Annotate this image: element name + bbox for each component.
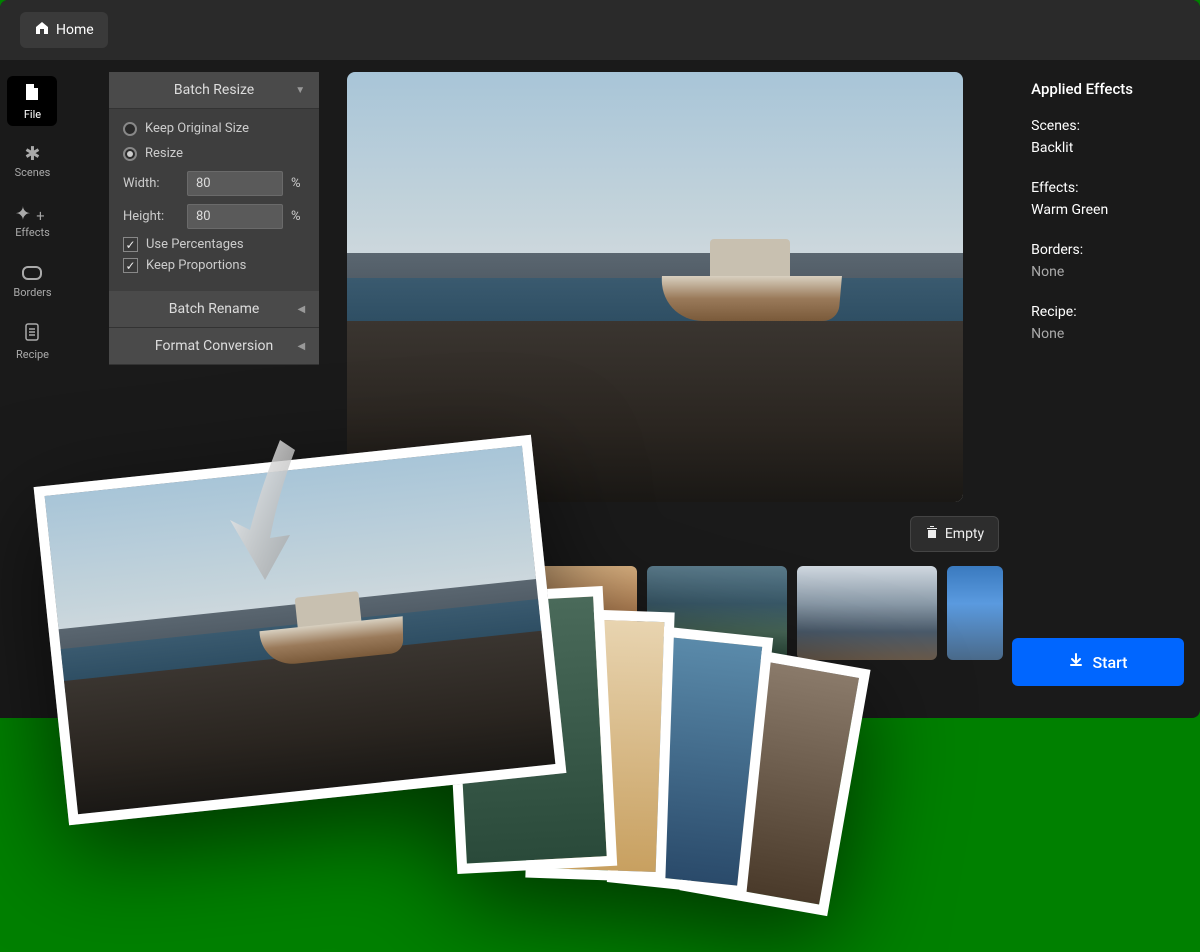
sidebar: File ✱ Scenes ✦﹢ Effects Borders Recip bbox=[0, 60, 65, 718]
home-label: Home bbox=[56, 22, 94, 38]
recipe-value: None bbox=[1031, 326, 1184, 342]
thumbnail[interactable] bbox=[497, 566, 637, 660]
main-body: File ✱ Scenes ✦﹢ Effects Borders Recip bbox=[0, 60, 1200, 718]
effects-panel: Applied Effects Scenes: Backlit Effects:… bbox=[1015, 60, 1200, 718]
toolbar-left: Images Total 12 pieces bbox=[351, 526, 510, 542]
effects-title: Applied Effects bbox=[1031, 80, 1184, 98]
thumbnail[interactable] bbox=[797, 566, 937, 660]
panel-box: Batch Resize ▼ Keep Original Size Resize… bbox=[109, 72, 319, 365]
scenes-value: Backlit bbox=[1031, 140, 1184, 156]
height-input[interactable] bbox=[187, 204, 283, 229]
clipboard-icon bbox=[24, 322, 40, 345]
sidebar-item-effects[interactable]: ✦﹢ Effects bbox=[7, 196, 57, 246]
width-row: Width: % bbox=[123, 171, 305, 196]
sidebar-label: Borders bbox=[13, 286, 51, 299]
checkbox-label: Keep Proportions bbox=[146, 258, 246, 273]
start-button[interactable]: Start bbox=[1012, 638, 1184, 686]
checkbox-use-percentages[interactable]: ✓ Use Percentages bbox=[123, 237, 305, 252]
accordion-format-conversion[interactable]: Format Conversion ◀ bbox=[109, 328, 319, 365]
add-images-button[interactable]: Images bbox=[351, 526, 397, 542]
thumbnail[interactable] bbox=[947, 566, 1003, 660]
border-icon bbox=[22, 264, 42, 283]
accordion-batch-resize[interactable]: Batch Resize ▼ bbox=[109, 72, 319, 109]
chevron-down-icon: ▼ bbox=[295, 85, 305, 96]
recipe-label: Recipe: bbox=[1031, 304, 1184, 320]
accordion-body: Keep Original Size Resize Width: % Heigh… bbox=[109, 109, 319, 291]
radio-on-icon bbox=[123, 147, 137, 161]
checkbox-label: Use Percentages bbox=[146, 237, 244, 252]
sidebar-label: File bbox=[24, 108, 41, 121]
effects-value: Warm Green bbox=[1031, 202, 1184, 218]
total-count: Total 12 pieces bbox=[416, 526, 511, 542]
trash-icon bbox=[925, 525, 939, 543]
empty-label: Empty bbox=[945, 526, 984, 542]
file-icon bbox=[22, 82, 42, 105]
start-label: Start bbox=[1092, 653, 1127, 672]
chevron-left-icon: ◀ bbox=[297, 341, 305, 352]
empty-button[interactable]: Empty bbox=[910, 516, 999, 552]
height-label: Height: bbox=[123, 209, 179, 224]
unit-label: % bbox=[291, 176, 301, 191]
download-icon bbox=[1068, 652, 1084, 672]
preview-image bbox=[347, 72, 963, 502]
sidebar-label: Effects bbox=[15, 226, 50, 239]
thumbnail[interactable] bbox=[647, 566, 787, 660]
scenes-label: Scenes: bbox=[1031, 118, 1184, 134]
add-images-label: Images bbox=[351, 526, 397, 542]
center-area: Images Total 12 pieces Empty bbox=[335, 60, 1015, 718]
sidebar-item-borders[interactable]: Borders bbox=[7, 256, 57, 306]
width-label: Width: bbox=[123, 176, 179, 191]
sparkle-icon: ✦﹢ bbox=[15, 204, 50, 223]
accordion-batch-rename[interactable]: Batch Rename ◀ bbox=[109, 291, 319, 328]
accordion-label: Batch Resize bbox=[174, 82, 254, 98]
radio-resize[interactable]: Resize bbox=[123, 146, 305, 161]
height-row: Height: % bbox=[123, 204, 305, 229]
thumbnail[interactable] bbox=[347, 566, 487, 660]
accordion-label: Format Conversion bbox=[155, 338, 273, 354]
sun-icon: ✱ bbox=[25, 144, 41, 163]
sidebar-item-file[interactable]: File bbox=[7, 76, 57, 126]
settings-panel: Batch Resize ▼ Keep Original Size Resize… bbox=[65, 60, 335, 718]
boat-graphic bbox=[660, 231, 840, 321]
preview-ground bbox=[347, 321, 963, 502]
checkbox-keep-proportions[interactable]: ✓ Keep Proportions bbox=[123, 258, 305, 273]
borders-label: Borders: bbox=[1031, 242, 1184, 258]
home-icon bbox=[34, 20, 50, 40]
effects-label: Effects: bbox=[1031, 180, 1184, 196]
sidebar-label: Recipe bbox=[16, 348, 49, 361]
radio-label: Resize bbox=[145, 146, 183, 161]
home-button[interactable]: Home bbox=[20, 12, 108, 48]
radio-label: Keep Original Size bbox=[145, 121, 249, 136]
checkbox-on-icon: ✓ bbox=[123, 237, 138, 252]
radio-keep-original[interactable]: Keep Original Size bbox=[123, 121, 305, 136]
checkbox-on-icon: ✓ bbox=[123, 258, 138, 273]
app-window: Home File ✱ Scenes ✦﹢ Effects bbox=[0, 0, 1200, 718]
unit-label: % bbox=[291, 209, 301, 224]
radio-off-icon bbox=[123, 122, 137, 136]
sidebar-item-scenes[interactable]: ✱ Scenes bbox=[7, 136, 57, 186]
sidebar-item-recipe[interactable]: Recipe bbox=[7, 316, 57, 366]
header-bar: Home bbox=[0, 0, 1200, 60]
chevron-left-icon: ◀ bbox=[297, 304, 305, 315]
accordion-label: Batch Rename bbox=[169, 301, 260, 317]
image-toolbar: Images Total 12 pieces Empty bbox=[347, 502, 1003, 566]
thumbnails-row[interactable] bbox=[347, 566, 1003, 660]
borders-value: None bbox=[1031, 264, 1184, 280]
sidebar-label: Scenes bbox=[15, 166, 51, 179]
width-input[interactable] bbox=[187, 171, 283, 196]
